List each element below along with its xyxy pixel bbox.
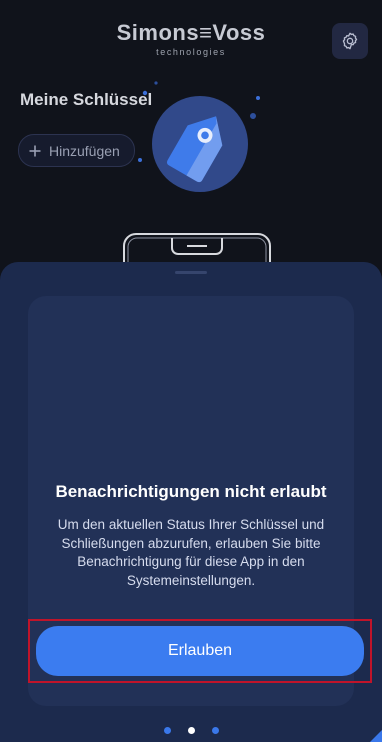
pagination-dot-active[interactable] <box>187 727 195 734</box>
key-tag-icon <box>138 81 260 192</box>
add-key-label: Hinzufügen <box>49 142 120 159</box>
dialog-message: Um den aktuellen Status Ihrer Schlüssel … <box>57 517 325 588</box>
pagination-dot[interactable] <box>211 727 219 734</box>
settings-button[interactable] <box>332 23 368 59</box>
brand-name: Simons≡Voss <box>116 20 266 45</box>
add-key-button[interactable]: Hinzufügen <box>18 134 135 167</box>
brand-tagline: technologies <box>156 47 226 57</box>
plus-icon <box>29 145 41 156</box>
dialog-title: Benachrichtigungen nicht erlaubt <box>55 482 327 501</box>
gear-icon <box>342 32 358 50</box>
app-screen: Simons≡Voss technologies Meine Schlüssel… <box>0 0 382 742</box>
allow-button[interactable]: Erlauben <box>36 626 364 676</box>
pagination-dots <box>0 727 382 734</box>
sheet-drag-handle[interactable] <box>175 271 207 274</box>
pagination-dot[interactable] <box>163 727 171 734</box>
corner-marker-icon <box>370 730 382 742</box>
brand-logo: Simons≡Voss technologies <box>0 22 382 58</box>
